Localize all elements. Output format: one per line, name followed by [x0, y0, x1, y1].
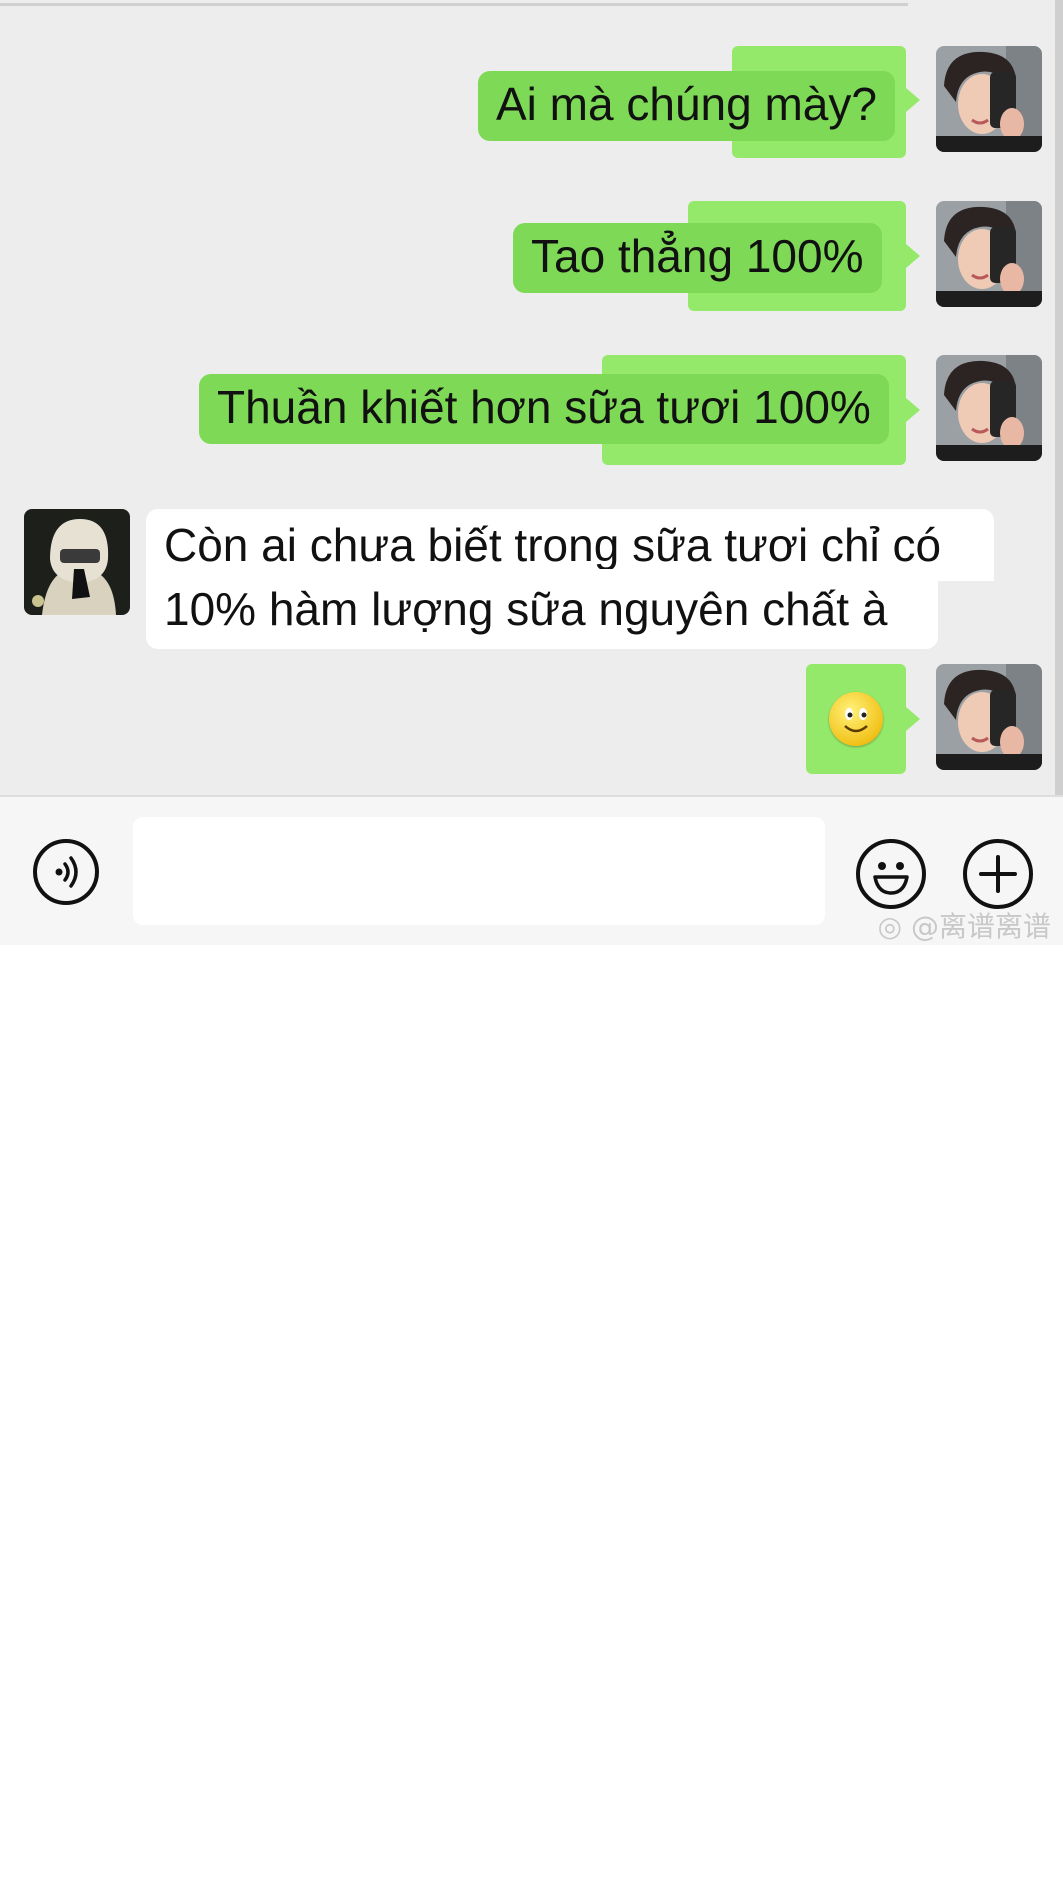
message-row-outgoing: Thuần khiết hơn sữa tươi 100% [0, 355, 1063, 467]
chat-message-area[interactable]: Ai mà chúng mày? Tao thẳng 100% Thuần kh… [0, 0, 1063, 795]
voice-input-button[interactable] [33, 839, 99, 905]
message-row-outgoing: Ai mà chúng mày? [0, 46, 1063, 158]
my-avatar[interactable] [936, 46, 1042, 152]
bubble-tail [906, 244, 920, 268]
emoji-button[interactable] [856, 839, 926, 909]
message-text-line: 10% hàm lượng sữa nguyên chất à [164, 583, 888, 635]
message-row-incoming: Còn ai chưa biết trong sữa tươi chỉ có 1… [0, 509, 1063, 649]
message-text: Tao thẳng 100% [531, 230, 864, 282]
message-bubble-outgoing[interactable]: Ai mà chúng mày? [478, 71, 895, 141]
emoji-icon [873, 862, 909, 895]
my-avatar[interactable] [936, 201, 1042, 307]
smiley-face-emoji-icon [829, 692, 883, 746]
message-bubble-outgoing[interactable]: Thuần khiết hơn sữa tươi 100% [199, 374, 889, 444]
message-text: Thuần khiết hơn sữa tươi 100% [217, 381, 871, 433]
weibo-logo-icon: ◎ [877, 910, 903, 943]
message-row-outgoing: Tao thẳng 100% [0, 201, 1063, 313]
plus-icon [979, 855, 1017, 893]
watermark: ◎ @离谱离谱 [878, 905, 1051, 945]
my-avatar[interactable] [936, 355, 1042, 461]
bubble-tail [906, 398, 920, 422]
message-text: Ai mà chúng mày? [496, 78, 877, 130]
message-input[interactable] [133, 817, 825, 925]
emoji-message-bubble[interactable] [806, 664, 906, 774]
bubble-tail [906, 707, 920, 731]
message-bubble-outgoing[interactable]: Tao thẳng 100% [513, 223, 882, 293]
my-avatar[interactable] [936, 664, 1042, 770]
message-input-bar: ◎ @离谱离谱 [0, 795, 1063, 945]
watermark-text: @离谱离谱 [910, 910, 1051, 943]
voice-icon [55, 856, 78, 888]
bubble-tail [906, 88, 920, 112]
contact-avatar[interactable] [24, 509, 130, 615]
header-divider [0, 3, 908, 6]
more-options-button[interactable] [963, 839, 1033, 909]
message-bubble-incoming-continued[interactable]: 10% hàm lượng sữa nguyên chất à [146, 569, 938, 649]
message-row-outgoing [0, 664, 1063, 776]
